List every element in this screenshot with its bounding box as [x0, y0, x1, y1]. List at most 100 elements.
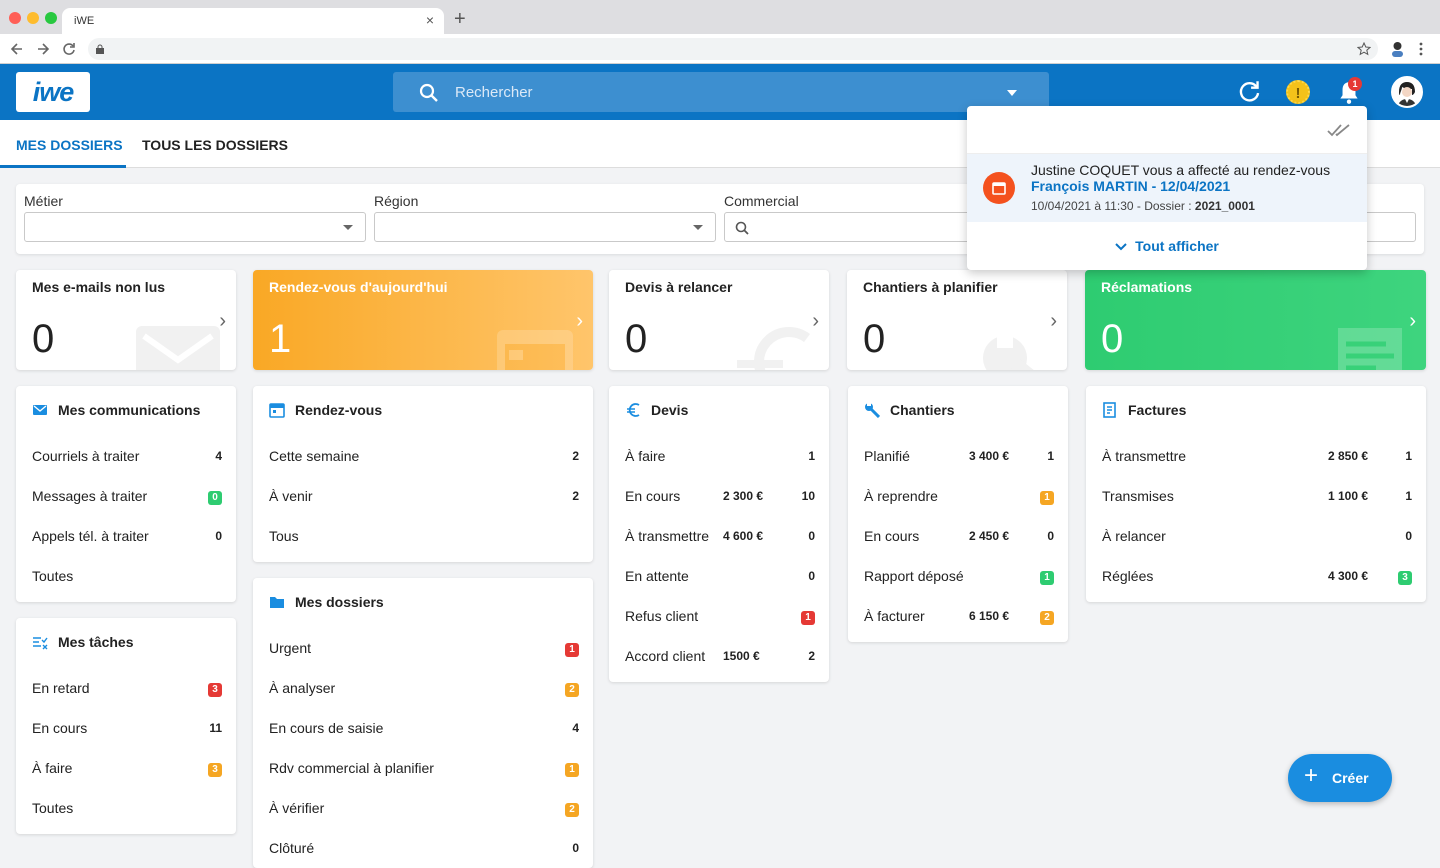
list-item-amount: 2 300 €	[723, 489, 764, 503]
count-value: 0	[1047, 529, 1054, 543]
chevron-down-icon	[693, 225, 703, 230]
list-item[interactable]: En retard 3	[32, 678, 222, 698]
list-item[interactable]: À transmettre 2 850 € 1	[1102, 446, 1412, 466]
list-item[interactable]: En cours de saisie 4	[269, 718, 579, 738]
mark-all-read-icon[interactable]	[1327, 123, 1351, 137]
list-item[interactable]: Refus client 1	[625, 606, 815, 626]
kpi-devis-a-relancer[interactable]: Devis à relancer 0 ›	[609, 270, 829, 370]
back-arrow-icon[interactable]	[10, 42, 24, 56]
search-dropdown-icon[interactable]	[1007, 90, 1017, 96]
list-item[interactable]: Accord client 1500 € 2	[625, 646, 815, 666]
list-item-amount: 4 600 €	[723, 529, 764, 543]
search-bar[interactable]: Rechercher	[393, 72, 1049, 112]
filter-region-select[interactable]	[374, 212, 716, 242]
new-tab-icon[interactable]: +	[454, 8, 466, 31]
notification-appointment-link[interactable]: François MARTIN - 12/04/2021	[1031, 178, 1230, 194]
count-value: 0	[215, 529, 222, 543]
close-window-icon[interactable]	[9, 12, 21, 24]
list-item[interactable]: Réglées 4 300 € 3	[1102, 566, 1412, 586]
notification-date: 10/04/2021 à 11:30 - Dossier :	[1031, 199, 1195, 213]
wrench-icon	[865, 402, 880, 418]
list-item[interactable]: À analyser 2	[269, 678, 579, 698]
list-item[interactable]: En cours 11	[32, 718, 222, 738]
forward-arrow-icon[interactable]	[36, 42, 50, 56]
tab-tous-les-dossiers[interactable]: TOUS LES DOSSIERS	[142, 137, 288, 153]
count-badge: 0	[208, 491, 222, 505]
list-item[interactable]: À faire 3	[32, 758, 222, 778]
count-badge: 3	[208, 683, 222, 697]
list-item[interactable]: En attente 0	[625, 566, 815, 586]
euro-icon	[737, 327, 810, 370]
tab-close-icon[interactable]: ×	[426, 12, 434, 28]
card-title: Mes tâches	[58, 634, 134, 650]
browser-tab[interactable]: iWE ×	[62, 8, 444, 34]
warning-icon[interactable]: !	[1286, 80, 1310, 104]
list-item-count: 2	[1040, 609, 1054, 625]
list-item[interactable]: À vérifier 2	[269, 798, 579, 818]
user-avatar[interactable]	[1391, 76, 1423, 108]
list-item[interactable]: À venir 2	[269, 486, 579, 506]
list-item[interactable]: Urgent 1	[269, 638, 579, 658]
list-item[interactable]: Clôturé 0	[269, 838, 579, 858]
list-item-label: Réglées	[1102, 568, 1154, 584]
browser-menu-icon[interactable]	[1419, 42, 1423, 56]
create-button[interactable]: + Créer	[1288, 754, 1392, 802]
list-item-count: 0	[1047, 529, 1054, 543]
list-item-label: À venir	[269, 488, 313, 504]
list-item[interactable]: À facturer 6 150 € 2	[864, 606, 1054, 626]
maximize-window-icon[interactable]	[45, 12, 57, 24]
list-item-label: En retard	[32, 680, 90, 696]
list-item-count: 2	[565, 801, 579, 817]
list-item-label: À transmettre	[1102, 448, 1187, 464]
browser-toolbar	[0, 34, 1440, 64]
list-item-count: 1	[808, 449, 815, 463]
card-devis: Devis À faire 1 En cours 2 300 €10 À transme…	[609, 386, 829, 682]
calendar-icon	[497, 330, 573, 370]
notification-dossier[interactable]: 2021_0001	[1195, 199, 1255, 213]
list-item-label: Toutes	[32, 568, 74, 584]
list-item[interactable]: En cours 2 450 € 0	[864, 526, 1054, 546]
list-item[interactable]: Rapport déposé 1	[864, 566, 1054, 586]
list-item[interactable]: À transmettre 4 600 € 0	[625, 526, 815, 546]
avatar-image	[1393, 78, 1421, 106]
profile-icon[interactable]	[1390, 41, 1405, 57]
list-item[interactable]: Cette semaine 2	[269, 446, 579, 466]
list-item[interactable]: Transmises 1 100 € 1	[1102, 486, 1412, 506]
kpi-emails-non-lus[interactable]: Mes e-mails non lus 0 ›	[16, 270, 236, 370]
minimize-window-icon[interactable]	[27, 12, 39, 24]
list-item[interactable]: Planifié 3 400 € 1	[864, 446, 1054, 466]
list-item[interactable]: À reprendre 1	[864, 486, 1054, 506]
tab-mes-dossiers[interactable]: MES DOSSIERS	[16, 137, 123, 153]
bookmark-star-icon[interactable]	[1357, 42, 1371, 56]
list-item[interactable]: Courriels à traiter 4	[32, 446, 222, 466]
kpi-reclamations[interactable]: Réclamations 0 ›	[1085, 270, 1426, 370]
list-item-count: 1	[565, 641, 579, 657]
list-item[interactable]: Messages à traiter 0	[32, 486, 222, 506]
show-all-link[interactable]: Tout afficher	[967, 238, 1367, 254]
count-badge: 3	[1398, 571, 1412, 585]
list-item[interactable]: Toutes	[32, 798, 222, 818]
list-item[interactable]: À relancer 0	[1102, 526, 1412, 546]
kpi-rendez-vous-aujourdhui[interactable]: Rendez-vous d'aujourd'hui 1 ›	[253, 270, 593, 370]
filter-metier-select[interactable]	[24, 212, 366, 242]
card-title: Factures	[1128, 402, 1187, 418]
reload-icon[interactable]	[62, 42, 76, 56]
kpi-title: Devis à relancer	[625, 279, 733, 295]
list-item-label: Accord client	[625, 648, 706, 664]
iwe-logo[interactable]: iwe	[16, 72, 90, 112]
refresh-icon[interactable]	[1236, 78, 1264, 106]
list-item[interactable]: Toutes	[32, 566, 222, 586]
address-bar[interactable]	[88, 38, 1378, 60]
list-item[interactable]: En cours 2 300 € 10	[625, 486, 815, 506]
list-item-amount: 3 400 €	[969, 449, 1010, 463]
list-item-amount: 4 300 €	[1328, 569, 1369, 583]
list-item[interactable]: Rdv commercial à planifier 1	[269, 758, 579, 778]
card-rendez-vous: Rendez-vous Cette semaine 2 À venir 2 Tous	[253, 386, 593, 562]
kpi-value: 0	[32, 317, 55, 361]
list-item[interactable]: Tous	[269, 526, 579, 546]
notification-item[interactable]: Justine COQUET vous a affecté au rendez-…	[967, 154, 1367, 222]
list-item[interactable]: À faire 1	[625, 446, 815, 466]
kpi-chantiers-a-planifier[interactable]: Chantiers à planifier 0 ›	[847, 270, 1067, 370]
list-item-count: 0	[572, 841, 579, 855]
list-item[interactable]: Appels tél. à traiter 0	[32, 526, 222, 546]
